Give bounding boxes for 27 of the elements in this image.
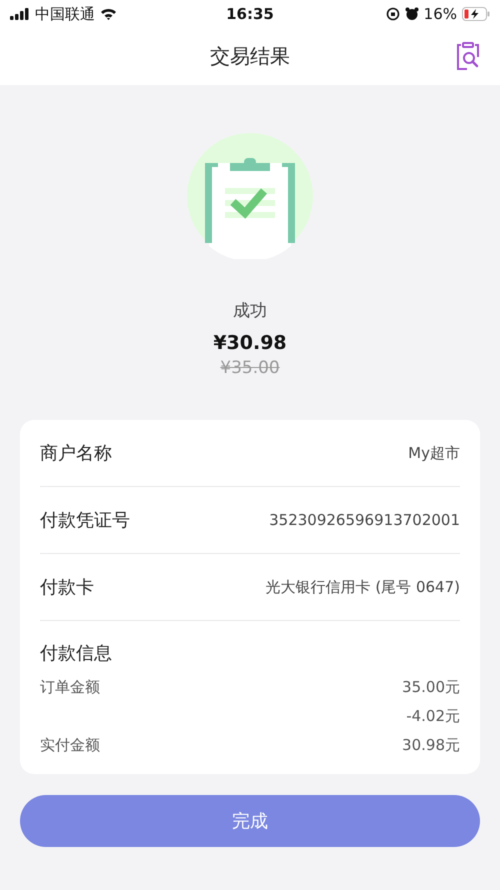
amount-label: 实付金额	[40, 736, 100, 755]
detail-label: 付款卡	[40, 576, 94, 599]
detail-label: 付款凭证号	[40, 509, 130, 532]
rotation-lock-icon	[386, 7, 400, 21]
wifi-icon	[100, 8, 117, 20]
detail-value: 35230926596913702001	[269, 511, 460, 529]
amount-value: 35.00元	[402, 678, 460, 697]
section-title: 付款信息	[40, 642, 113, 665]
clipboard-check-icon	[187, 133, 313, 259]
original-amount: ¥35.00	[220, 358, 280, 378]
status-text: 成功	[233, 300, 267, 322]
detail-label: 商户名称	[40, 442, 112, 465]
battery-charging-icon	[462, 7, 490, 21]
page-title: 交易结果	[210, 43, 290, 70]
detail-value: My超市	[408, 444, 460, 462]
battery-percent: 16%	[424, 5, 457, 23]
clipboard-search-icon[interactable]	[456, 41, 480, 71]
done-button[interactable]: 完成	[20, 795, 480, 847]
amount-value: -4.02元	[406, 707, 460, 726]
alarm-icon	[404, 7, 419, 21]
amount-label: 订单金额	[40, 678, 100, 697]
detail-value: 光大银行信用卡 (尾号 0647)	[266, 578, 460, 596]
amount-value: 30.98元	[402, 736, 460, 755]
signal-icon	[10, 8, 30, 20]
clock-time: 16:35	[226, 5, 274, 23]
paid-amount: ¥30.98	[213, 332, 287, 354]
carrier-name: 中国联通	[35, 4, 95, 24]
